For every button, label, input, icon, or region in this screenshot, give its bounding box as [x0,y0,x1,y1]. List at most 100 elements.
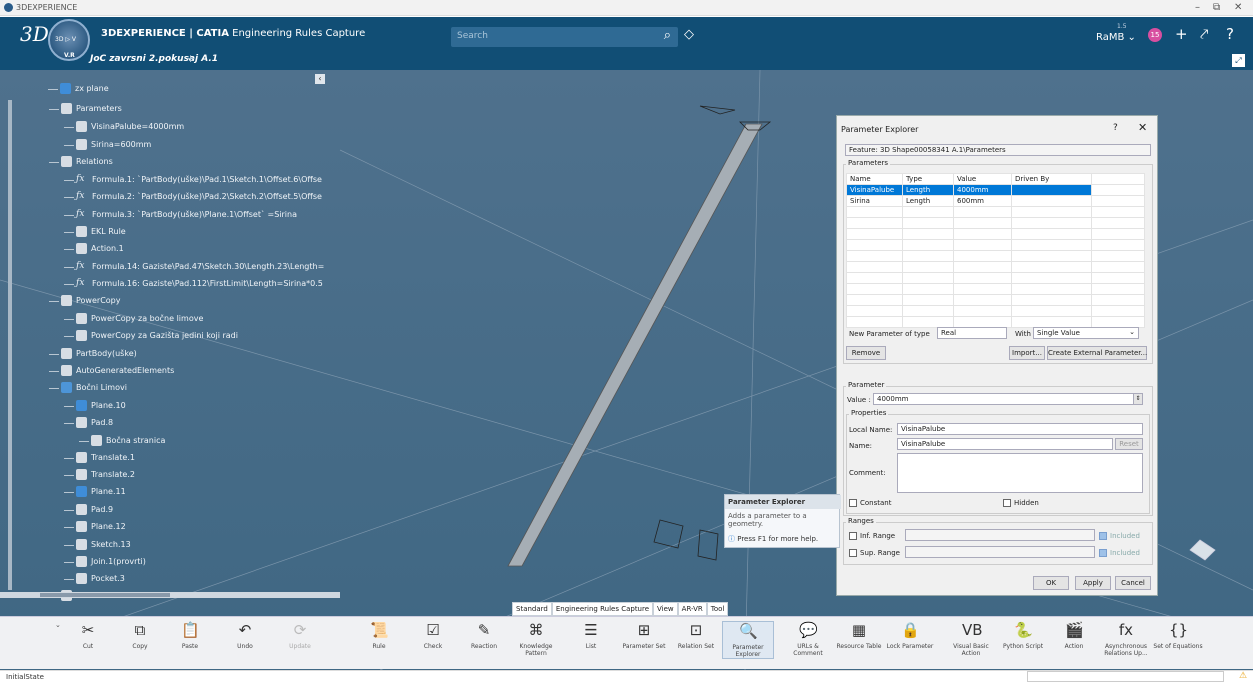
row-value[interactable]: 4000mm [953,184,1012,196]
tree-node[interactable]: Pad.9 [76,504,113,515]
tree-node[interactable]: Bočni Limovi [61,382,127,393]
row-driven-by[interactable] [1011,184,1092,196]
tree-node[interactable]: Plane.12 [76,521,126,532]
ribbon-button[interactable]: ⟳ Update [274,621,326,650]
tree-node[interactable]: Relations [61,156,113,167]
tree-node[interactable]: PowerCopy za bočne limove [76,313,203,324]
toolbar-tab[interactable]: View [653,602,678,616]
tree-scroll-thumb[interactable] [40,593,170,597]
minimize-button[interactable]: – [1195,2,1200,13]
comment-textarea[interactable] [897,453,1143,493]
import-button[interactable]: Import... [1009,346,1045,360]
add-tab-button[interactable]: + [186,52,195,65]
col-type[interactable]: Type [902,173,954,185]
tree-node[interactable]: ƒx Formula.14: Gaziste\Pad.47\Sketch.30\L… [76,261,324,272]
ribbon-button[interactable]: 🔒 Lock Parameter [884,621,936,650]
search-icon[interactable]: ⌕ [664,28,671,43]
inf-range-input[interactable] [905,529,1095,541]
inf-range-checkbox[interactable]: Inf. Range [849,532,895,540]
ribbon-button[interactable]: ⊡ Relation Set [670,621,722,650]
tree-node[interactable]: PartBody(uške) [61,348,137,359]
row-name[interactable]: Sirina [846,195,903,207]
command-input[interactable] [1027,671,1224,682]
tree-node[interactable]: Join.1(provrti) [76,556,146,567]
dialog-help-button[interactable]: ? [1113,123,1118,133]
row-type[interactable]: Length [902,184,954,196]
toolbar-tab[interactable]: Tool [706,602,729,616]
close-window-button[interactable]: ✕ [1234,2,1242,13]
ribbon-button[interactable]: ⧉ Copy [114,621,166,650]
ribbon-button[interactable]: ☰ List [565,621,617,650]
share-icon[interactable]: ⤤ [1200,25,1208,43]
toolbar-tab[interactable]: AR-VR [677,602,707,616]
search-input[interactable]: Search ⌕ [451,27,678,47]
cancel-button[interactable]: Cancel [1115,576,1151,590]
tree-node[interactable]: PowerCopy za Gazišta jedini koji radi [76,330,238,341]
tree-node[interactable]: Plane.11 [76,486,126,497]
ribbon-button[interactable]: ↶ Undo [219,621,271,650]
parameter-type-input[interactable]: Real [937,327,1007,339]
restore-button[interactable]: ⧉ [1213,2,1220,13]
sup-range-input[interactable] [905,546,1095,558]
ribbon-button[interactable]: {} Set of Equations [1152,621,1204,650]
ribbon-button[interactable]: ✎ Reaction [458,621,510,650]
ribbon-button[interactable]: 📜 Rule [353,621,405,650]
tree-node[interactable]: Sketch.13 [76,539,131,550]
tree-node[interactable]: Bočna stranica [91,435,165,446]
collapse-tree-icon[interactable]: ‹ [315,74,325,84]
col-driven-by[interactable]: Driven By [1011,173,1092,185]
ribbon-collapse-icon[interactable]: ⌄ [55,621,61,629]
row-type[interactable]: Length [902,195,954,207]
inf-included-checkbox[interactable]: Included [1099,532,1140,540]
ribbon-button[interactable]: 🔍 Parameter Explorer [722,621,774,659]
help-icon[interactable]: ? [1226,25,1234,43]
ribbon-button[interactable]: 🎬 Action [1048,621,1100,650]
warning-icon[interactable]: ⚠ [1239,671,1247,681]
ribbon-button[interactable]: 📋 Paste [164,621,216,650]
apply-button[interactable]: Apply [1075,576,1111,590]
expand-icon[interactable]: ⤢ [1232,54,1245,67]
ribbon-button[interactable]: ▦ Resource Table [833,621,885,650]
hidden-checkbox[interactable]: Hidden [1003,499,1039,507]
ribbon-button[interactable]: ✂ Cut [62,621,114,650]
tree-node[interactable]: ƒx Formula.16: Gaziste\Pad.112\FirstLimit… [76,278,323,289]
tree-node[interactable]: EKL Rule [76,226,126,237]
tree-node[interactable]: VisinaPalube=4000mm [76,121,184,132]
tree-node[interactable]: Sirina=600mm [76,139,151,150]
tree-node[interactable]: Pad.8 [76,417,113,428]
tag-icon[interactable]: ◇ [684,27,694,42]
row-value[interactable]: 600mm [953,195,1012,207]
table-row[interactable]: Sirina Length 600mm [846,195,1145,207]
tab-document[interactable]: JoC zavrsni 2.pokusaj A.1 [90,54,218,64]
toolbar-tab[interactable]: Engineering Rules Capture [551,602,654,616]
value-spinner[interactable]: ⇕ [1133,393,1143,405]
tree-node[interactable]: Translate.1 [76,452,135,463]
tree-node[interactable]: ƒx Formula.1: `PartBody(uške)\Pad.1\Sketc… [76,174,322,185]
tree-node[interactable]: Action.1 [76,243,124,254]
parameters-table[interactable]: Name Type Value Driven By VisinaPalube L… [846,173,1145,328]
ribbon-button[interactable]: ☑ Check [407,621,459,650]
tree-node[interactable]: Parameters [61,103,122,114]
sup-range-checkbox[interactable]: Sup. Range [849,549,900,557]
ribbon-button[interactable]: 💬 URLs & Comment [782,621,834,657]
notifications-badge[interactable]: 15 [1148,28,1162,42]
ribbon-button[interactable]: ⊞ Parameter Set [618,621,670,650]
tree-node[interactable]: PowerCopy [61,295,120,306]
tree-vertical-scrollbar[interactable] [8,100,12,590]
tree-node[interactable]: AutoGeneratedElements [61,365,174,376]
remove-button[interactable]: Remove [846,346,886,360]
ok-button[interactable]: OK [1033,576,1069,590]
tree-node[interactable]: zx plane [60,83,109,94]
ribbon-button[interactable]: 🐍 Python Script [997,621,1049,650]
with-select[interactable]: Single Value ⌄ [1033,327,1139,339]
add-icon[interactable]: + [1175,25,1188,43]
ribbon-button[interactable]: VB Visual Basic Action [945,621,997,657]
tree-node[interactable]: ƒx Formula.3: `PartBody(uške)\Plane.1\Off… [76,209,297,220]
sup-included-checkbox[interactable]: Included [1099,549,1140,557]
constant-checkbox[interactable]: Constant [849,499,891,507]
tree-node[interactable]: ƒx Formula.2: `PartBody(uške)\Pad.2\Sketc… [76,191,322,202]
name-input[interactable]: VisinaPalube [897,438,1113,450]
col-name[interactable]: Name [846,173,903,185]
ribbon-button[interactable]: ⌘ Knowledge Pattern [510,621,562,657]
dialog-close-button[interactable]: ✕ [1138,121,1147,134]
